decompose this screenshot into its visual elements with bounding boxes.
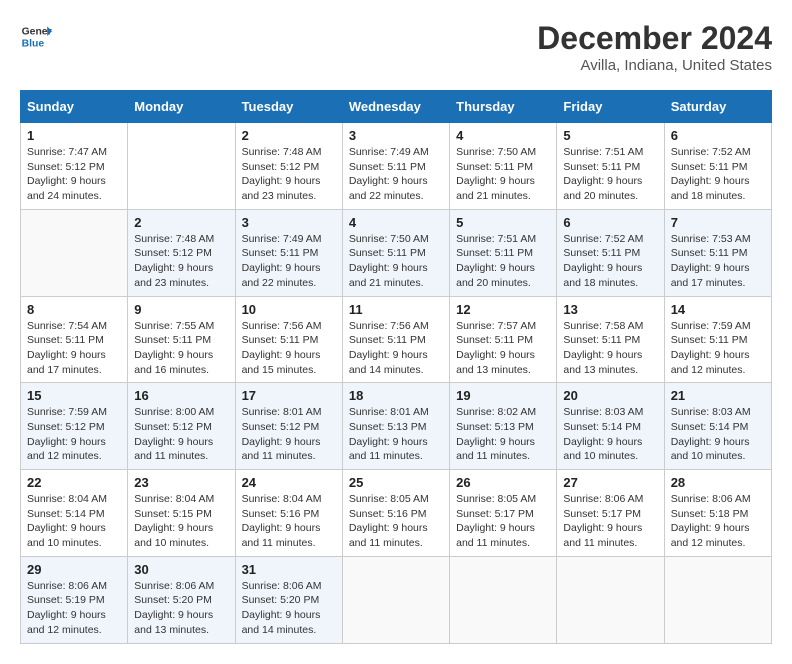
table-row: 5Sunrise: 7:51 AMSunset: 5:11 PMDaylight… [450,209,557,296]
calendar-week-4: 22Sunrise: 8:04 AMSunset: 5:14 PMDayligh… [21,470,772,557]
title-block: December 2024 Avilla, Indiana, United St… [537,20,772,74]
calendar-week-2: 8Sunrise: 7:54 AMSunset: 5:11 PMDaylight… [21,296,772,383]
table-row: 29Sunrise: 8:06 AMSunset: 5:19 PMDayligh… [21,556,128,643]
col-wednesday: Wednesday [342,91,449,123]
logo-icon: General Blue [20,20,52,52]
table-row: 21Sunrise: 8:03 AMSunset: 5:14 PMDayligh… [664,383,771,470]
table-row: 4Sunrise: 7:50 AMSunset: 5:11 PMDaylight… [342,209,449,296]
month-title: December 2024 [537,20,772,57]
table-row [128,123,235,210]
calendar-week-5: 29Sunrise: 8:06 AMSunset: 5:19 PMDayligh… [21,556,772,643]
table-row: 12Sunrise: 7:57 AMSunset: 5:11 PMDayligh… [450,296,557,383]
table-row: 7Sunrise: 7:53 AMSunset: 5:11 PMDaylight… [664,209,771,296]
table-row: 10Sunrise: 7:56 AMSunset: 5:11 PMDayligh… [235,296,342,383]
calendar-week-0: 1Sunrise: 7:47 AMSunset: 5:12 PMDaylight… [21,123,772,210]
table-row: 2Sunrise: 7:48 AMSunset: 5:12 PMDaylight… [235,123,342,210]
table-row: 26Sunrise: 8:05 AMSunset: 5:17 PMDayligh… [450,470,557,557]
table-row [450,556,557,643]
table-row [342,556,449,643]
location: Avilla, Indiana, United States [537,57,772,74]
col-thursday: Thursday [450,91,557,123]
table-row [664,556,771,643]
table-row: 13Sunrise: 7:58 AMSunset: 5:11 PMDayligh… [557,296,664,383]
table-row: 22Sunrise: 8:04 AMSunset: 5:14 PMDayligh… [21,470,128,557]
table-row: 16Sunrise: 8:00 AMSunset: 5:12 PMDayligh… [128,383,235,470]
col-friday: Friday [557,91,664,123]
col-monday: Monday [128,91,235,123]
table-row: 2Sunrise: 7:48 AMSunset: 5:12 PMDaylight… [128,209,235,296]
table-row: 11Sunrise: 7:56 AMSunset: 5:11 PMDayligh… [342,296,449,383]
table-row: 28Sunrise: 8:06 AMSunset: 5:18 PMDayligh… [664,470,771,557]
table-row: 3Sunrise: 7:49 AMSunset: 5:11 PMDaylight… [342,123,449,210]
logo: General Blue [20,20,52,52]
table-row: 5Sunrise: 7:51 AMSunset: 5:11 PMDaylight… [557,123,664,210]
table-row: 1Sunrise: 7:47 AMSunset: 5:12 PMDaylight… [21,123,128,210]
table-row: 18Sunrise: 8:01 AMSunset: 5:13 PMDayligh… [342,383,449,470]
calendar-week-1: 2Sunrise: 7:48 AMSunset: 5:12 PMDaylight… [21,209,772,296]
calendar-table: Sunday Monday Tuesday Wednesday Thursday… [20,90,772,644]
table-row: 6Sunrise: 7:52 AMSunset: 5:11 PMDaylight… [664,123,771,210]
table-row: 27Sunrise: 8:06 AMSunset: 5:17 PMDayligh… [557,470,664,557]
table-row: 30Sunrise: 8:06 AMSunset: 5:20 PMDayligh… [128,556,235,643]
page-header: General Blue December 2024 Avilla, India… [20,20,772,74]
col-saturday: Saturday [664,91,771,123]
table-row: 19Sunrise: 8:02 AMSunset: 5:13 PMDayligh… [450,383,557,470]
table-row: 14Sunrise: 7:59 AMSunset: 5:11 PMDayligh… [664,296,771,383]
table-row: 24Sunrise: 8:04 AMSunset: 5:16 PMDayligh… [235,470,342,557]
svg-text:Blue: Blue [22,38,45,49]
table-row: 31Sunrise: 8:06 AMSunset: 5:20 PMDayligh… [235,556,342,643]
table-row: 23Sunrise: 8:04 AMSunset: 5:15 PMDayligh… [128,470,235,557]
col-sunday: Sunday [21,91,128,123]
table-row [21,209,128,296]
col-tuesday: Tuesday [235,91,342,123]
table-row: 25Sunrise: 8:05 AMSunset: 5:16 PMDayligh… [342,470,449,557]
table-row: 4Sunrise: 7:50 AMSunset: 5:11 PMDaylight… [450,123,557,210]
table-row [557,556,664,643]
table-row: 9Sunrise: 7:55 AMSunset: 5:11 PMDaylight… [128,296,235,383]
table-row: 6Sunrise: 7:52 AMSunset: 5:11 PMDaylight… [557,209,664,296]
table-row: 15Sunrise: 7:59 AMSunset: 5:12 PMDayligh… [21,383,128,470]
table-row: 8Sunrise: 7:54 AMSunset: 5:11 PMDaylight… [21,296,128,383]
table-row: 20Sunrise: 8:03 AMSunset: 5:14 PMDayligh… [557,383,664,470]
calendar-week-3: 15Sunrise: 7:59 AMSunset: 5:12 PMDayligh… [21,383,772,470]
table-row: 3Sunrise: 7:49 AMSunset: 5:11 PMDaylight… [235,209,342,296]
table-row: 17Sunrise: 8:01 AMSunset: 5:12 PMDayligh… [235,383,342,470]
calendar-header-row: Sunday Monday Tuesday Wednesday Thursday… [21,91,772,123]
